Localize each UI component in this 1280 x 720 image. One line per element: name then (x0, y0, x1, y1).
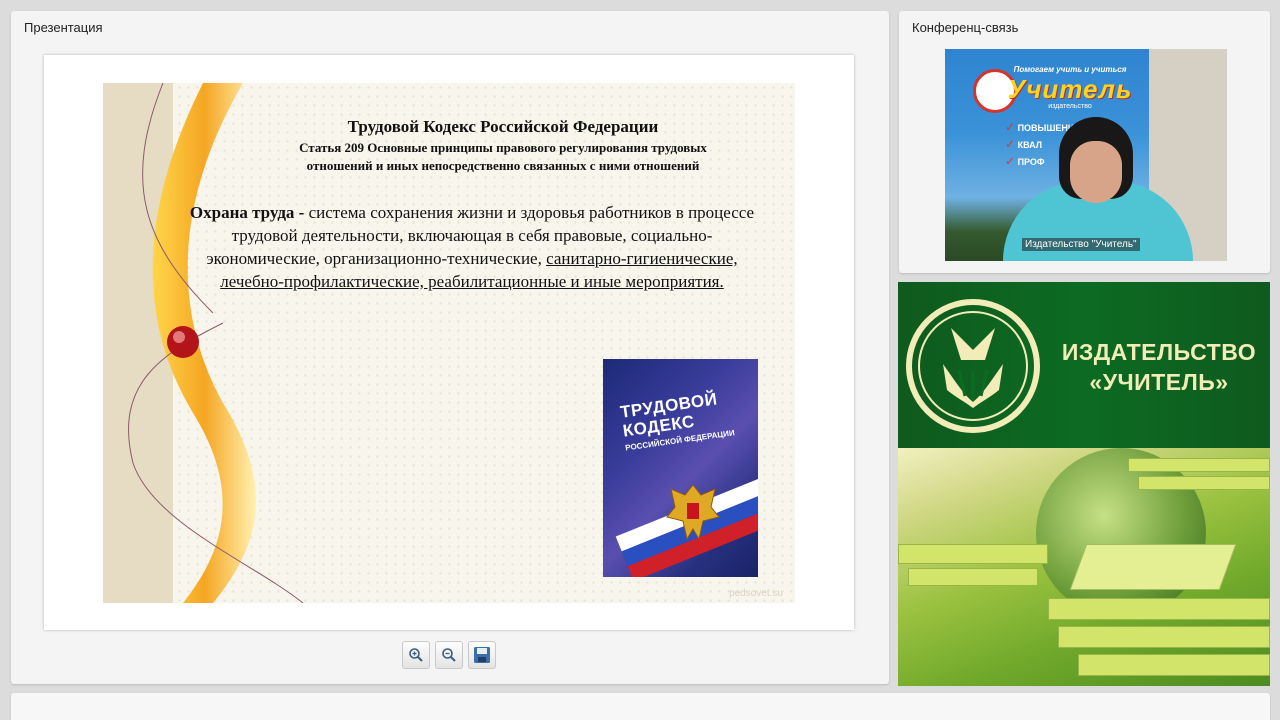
slide-title: Трудовой Кодекс Российской Федерации (347, 117, 659, 136)
banner-name: Учитель (1007, 74, 1133, 104)
save-button[interactable] (468, 641, 496, 669)
floppy-disk-icon (474, 647, 490, 663)
presentation-panel: Презентация Трудовой Кодекс Российской Ф… (11, 11, 889, 684)
banner-point-text: КВАЛ (1017, 140, 1043, 150)
checkmark-icon: ✓ (1005, 120, 1016, 134)
checkmark-icon: ✓ (1005, 154, 1016, 168)
zoom-in-icon (409, 648, 423, 662)
publisher-name-line-2: «УЧИТЕЛЬ» (1089, 369, 1229, 395)
ad-banner-top: ИЗДАТЕЛЬСТВО «УЧИТЕЛЬ» (898, 282, 1270, 448)
open-book (1069, 544, 1237, 590)
publisher-emblem-icon (906, 299, 1040, 433)
coat-of-arms-icon (666, 484, 720, 541)
slide-term: Охрана труда - (189, 203, 305, 222)
book-stack-item (1078, 654, 1270, 676)
publisher-name: ИЗДАТЕЛЬСТВО «УЧИТЕЛЬ» (1054, 337, 1264, 397)
slide-subtitle-line-2: отношений и иных непосредственно связанн… (306, 158, 700, 173)
book-stack-item (1128, 458, 1270, 472)
zoom-out-button[interactable] (435, 641, 463, 669)
banner-point-text: ПРОФ (1017, 157, 1045, 167)
slide-body-text: Охрана труда - система сохранения жизни … (177, 201, 767, 293)
ad-books-image (898, 448, 1270, 686)
slide-subtitle: Статья 209 Основные принципы правового р… (223, 139, 783, 175)
publisher-advertisement: ИЗДАТЕЛЬСТВО «УЧИТЕЛЬ» (898, 282, 1270, 686)
slide-subtitle-line-1: Статья 209 Основные принципы правового р… (299, 140, 707, 155)
slide-viewport: Трудовой Кодекс Российской Федерации Ста… (44, 55, 854, 630)
labor-code-book-image: ТРУДОВОЙ КОДЕКС РОССИЙСКОЙ ФЕДЕРАЦИИ (603, 359, 758, 577)
speaker-face (1070, 141, 1122, 203)
globe-image (1036, 448, 1206, 618)
presentation-panel-title: Презентация (24, 20, 103, 35)
book-stack-item (1058, 626, 1270, 648)
book-stack-item (1138, 476, 1270, 490)
book-cover-text: ТРУДОВОЙ КОДЕКС РОССИЙСКОЙ ФЕДЕРАЦИИ (619, 388, 735, 452)
slide-toolbar (402, 641, 496, 669)
webcam-caption: Издательство "Учитель" (1022, 238, 1140, 251)
banner-slogan: Помогаем учить и учиться (1013, 65, 1127, 74)
slide: Трудовой Кодекс Российской Федерации Ста… (103, 83, 795, 603)
webcam-video[interactable]: Помогаем учить и учиться Учитель издател… (945, 49, 1227, 261)
conference-panel-title: Конференц-связь (912, 20, 1019, 35)
book-stack-item (898, 544, 1048, 564)
webcam-banner: Помогаем учить и учиться Учитель издател… (985, 65, 1155, 110)
bottom-panel (11, 693, 1270, 720)
zoom-out-icon (442, 648, 456, 662)
checkmark-icon: ✓ (1005, 137, 1016, 151)
conference-panel: Конференц-связь Помогаем учить и учиться… (899, 11, 1270, 273)
zoom-in-button[interactable] (402, 641, 430, 669)
book-stack-item (908, 568, 1038, 586)
publisher-name-line-1: ИЗДАТЕЛЬСТВО (1061, 339, 1257, 365)
slide-watermark: pedsovet.su (729, 588, 783, 599)
book-stack-item (1048, 598, 1270, 620)
